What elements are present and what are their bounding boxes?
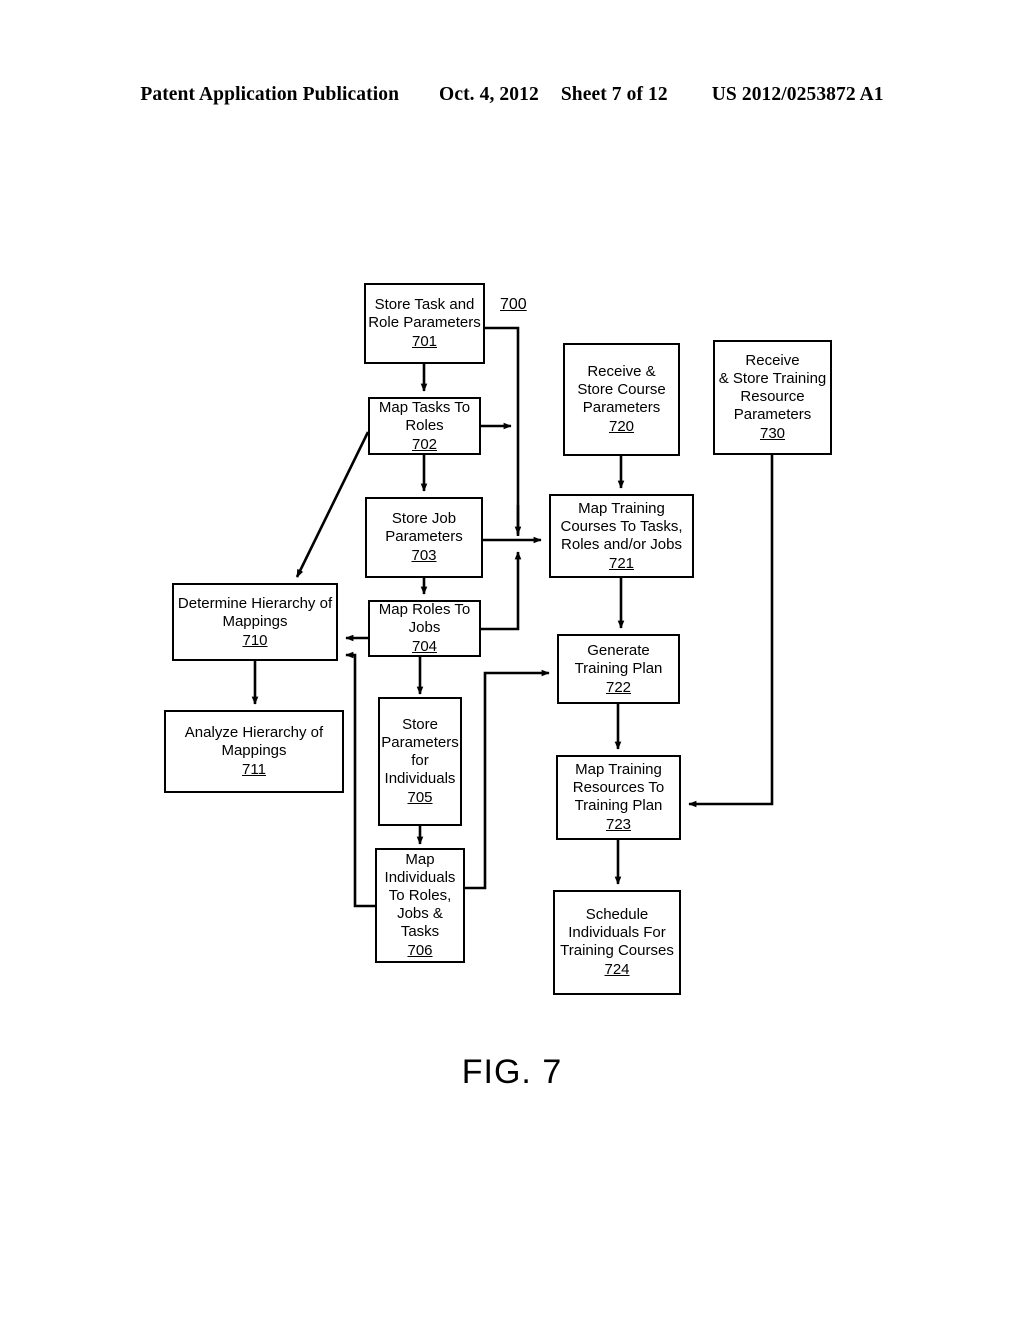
node-label: Determine Hierarchy of Mappings: [177, 594, 333, 630]
node-map-individuals-to-roles-jobs-tasks: Map Individuals To Roles, Jobs & Tasks 7…: [375, 848, 465, 963]
node-label: Map Roles To Jobs: [378, 601, 471, 636]
node-determine-hierarchy-of-mappings: Determine Hierarchy of Mappings 710: [172, 583, 338, 661]
node-ref: 730: [759, 425, 786, 442]
node-receive-and-store-training-resource-parameters: Receive & Store Training Resource Parame…: [713, 340, 832, 455]
node-label: Generate Training Plan: [574, 641, 663, 677]
node-ref: 705: [407, 789, 433, 806]
node-map-training-courses-to-tasks-roles-jobs: Map Training Courses To Tasks, Roles and…: [549, 494, 694, 578]
node-ref: 720: [608, 418, 635, 435]
figure-caption: FIG. 7: [461, 1053, 563, 1091]
node-label: Receive & Store Training Resource Parame…: [718, 352, 827, 423]
edge-706-710: [345, 651, 375, 908]
node-label: Map Individuals To Roles, Jobs & Tasks: [384, 851, 456, 940]
node-generate-training-plan: Generate Training Plan 722: [557, 634, 680, 704]
node-label: Map Training Resources To Training Plan: [572, 761, 665, 814]
node-label: Store Task and Role Parameters: [368, 296, 481, 331]
node-ref: 701: [411, 333, 438, 350]
node-ref: 704: [411, 638, 438, 655]
node-ref: 703: [411, 547, 437, 564]
node-store-task-and-role-parameters: Store Task and Role Parameters 701: [364, 283, 485, 364]
edge-704-bus: [481, 551, 522, 631]
node-ref: 722: [605, 678, 632, 696]
edge-702-710: [295, 431, 370, 578]
flowchart-connectors: [251, 326, 774, 908]
node-store-parameters-for-individuals: Store Parameters for Individuals 705: [378, 697, 462, 826]
node-label: Map Tasks To Roles: [378, 398, 471, 434]
node-label: Schedule Individuals For Training Course…: [560, 906, 674, 959]
node-label: Store Parameters for Individuals: [381, 716, 459, 787]
flowchart-diagram: 700 Store Task and Role Parameters 701 M…: [0, 0, 1024, 1320]
edge-706-722: [465, 669, 550, 890]
node-ref: 724: [604, 961, 630, 978]
node-label: Analyze Hierarchy of Mappings: [184, 724, 324, 759]
node-label: Store Job Parameters: [385, 510, 463, 545]
node-ref: 721: [608, 554, 635, 572]
node-label: Map Training Courses To Tasks, Roles and…: [560, 499, 683, 553]
node-ref: 706: [407, 942, 433, 959]
node-schedule-individuals-for-training-courses: Schedule Individuals For Training Course…: [553, 890, 681, 995]
node-store-job-parameters: Store Job Parameters 703: [365, 497, 483, 578]
node-ref: 711: [242, 761, 266, 778]
node-label: Receive & Store Course Parameters: [577, 363, 666, 416]
node-ref: 710: [242, 631, 268, 649]
node-map-roles-to-jobs: Map Roles To Jobs 704: [368, 600, 481, 657]
node-receive-and-store-course-parameters: Receive & Store Course Parameters 720: [563, 343, 680, 456]
edge-730-723: [688, 455, 774, 808]
node-map-tasks-to-roles: Map Tasks To Roles 702: [368, 397, 481, 455]
node-ref: 702: [411, 435, 438, 453]
node-analyze-hierarchy-of-mappings: Analyze Hierarchy of Mappings 711: [164, 710, 344, 793]
edge-701-bus: [485, 326, 520, 536]
flow-reference-numeral: 700: [500, 296, 527, 313]
node-ref: 723: [605, 816, 632, 833]
node-map-training-resources-to-training-plan: Map Training Resources To Training Plan …: [556, 755, 681, 840]
